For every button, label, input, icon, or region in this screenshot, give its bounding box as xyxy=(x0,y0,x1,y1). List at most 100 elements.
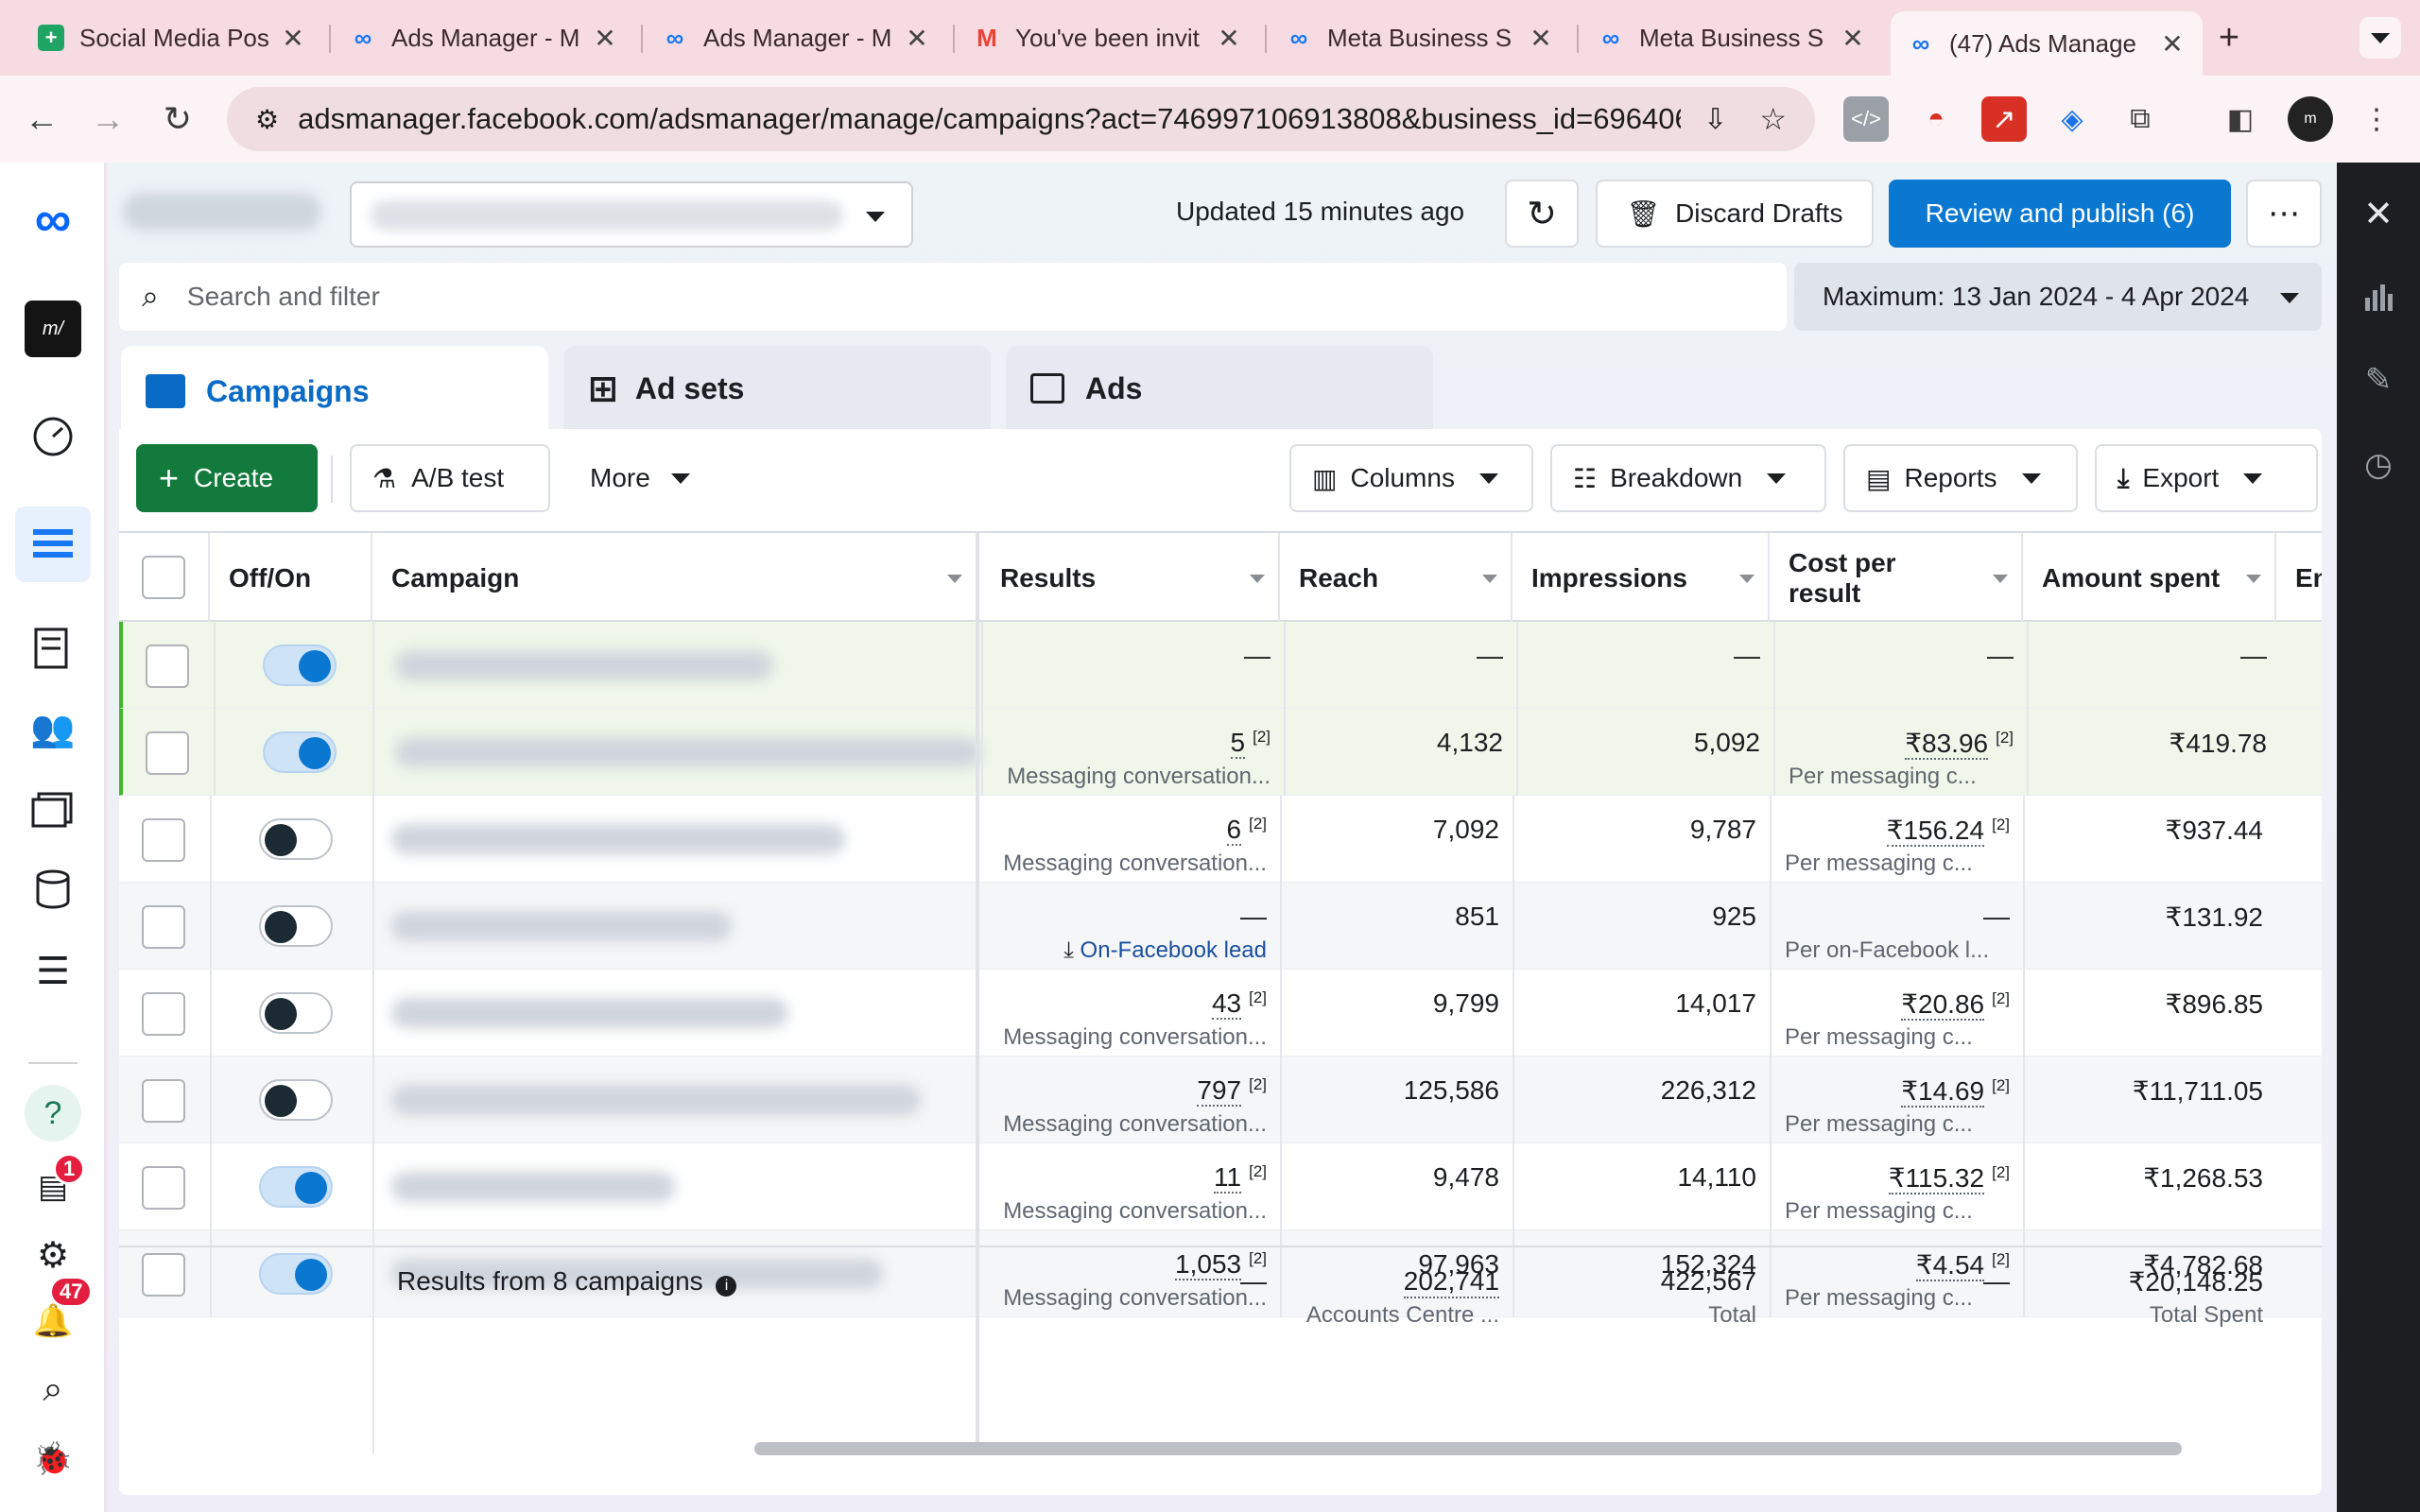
billing-coins-icon[interactable] xyxy=(25,862,81,919)
campaign-name-cell[interactable] xyxy=(376,622,981,709)
select-all-checkbox[interactable] xyxy=(142,556,185,599)
column-campaign[interactable]: Campaign xyxy=(372,533,977,624)
row-checkbox[interactable] xyxy=(146,644,189,688)
account-selector[interactable] xyxy=(123,180,913,248)
tab-campaigns[interactable]: Campaigns xyxy=(121,346,548,437)
cell-value[interactable]: 43 [2] xyxy=(1211,988,1267,1021)
footnote-marker[interactable]: [2] xyxy=(1249,988,1267,1006)
footnote-marker[interactable]: [2] xyxy=(1249,1162,1267,1180)
column-off-on[interactable]: Off/On xyxy=(210,533,372,624)
browser-tab[interactable]: M You've been invit ✕ xyxy=(957,11,1259,64)
campaign-toggle[interactable] xyxy=(259,818,333,860)
row-checkbox[interactable] xyxy=(142,992,185,1036)
new-tab-icon[interactable]: + xyxy=(2208,17,2250,59)
footnote-marker[interactable]: [2] xyxy=(1249,815,1267,833)
browser-tab[interactable]: ∞ Ads Manager - M ✕ xyxy=(645,11,947,64)
table-row[interactable]: — — — — — xyxy=(119,622,2322,709)
date-range-picker[interactable]: Maximum: 13 Jan 2024 - 4 Apr 2024 xyxy=(1794,263,2322,331)
footnote-marker[interactable]: [2] xyxy=(1992,1163,2010,1181)
bug-report-icon[interactable]: 🐞 xyxy=(25,1431,81,1487)
ab-test-button[interactable]: ⚗ A/B test xyxy=(350,444,550,512)
cell-value[interactable]: 797 [2] xyxy=(1197,1075,1267,1108)
table-row[interactable]: 43 [2] Messaging conversation... 9,799 14,01… xyxy=(119,970,2322,1057)
notifications-bell-icon[interactable]: 🔔 47 xyxy=(25,1276,94,1349)
info-icon[interactable]: i xyxy=(716,1276,737,1297)
export-button[interactable]: ⤓ Export xyxy=(2095,444,2318,512)
close-icon[interactable]: ✕ xyxy=(1840,23,1866,54)
campaign-toggle[interactable] xyxy=(263,731,337,773)
forward-icon[interactable]: → xyxy=(83,94,132,144)
cell-value[interactable]: ₹156.24 [2] xyxy=(1886,815,2010,847)
column-impressions[interactable]: Impressions xyxy=(1512,533,1770,624)
more-button[interactable]: More xyxy=(567,444,715,512)
campaign-name-cell[interactable] xyxy=(372,883,977,970)
back-icon[interactable]: ← xyxy=(17,94,66,144)
meta-logo-icon[interactable]: ∞ xyxy=(25,191,81,248)
column-amount-spent[interactable]: Amount spent xyxy=(2023,533,2276,624)
extensions-puzzle-icon[interactable]: ⧉ xyxy=(2118,96,2163,142)
refresh-button[interactable]: ↻ xyxy=(1505,180,1579,248)
campaign-name-cell[interactable] xyxy=(372,1057,977,1143)
extension-code-icon[interactable]: </> xyxy=(1843,96,1889,142)
search-icon[interactable]: ⌕ xyxy=(25,1361,81,1418)
row-checkbox[interactable] xyxy=(142,1166,185,1210)
columns-button[interactable]: ▥ Columns xyxy=(1289,444,1533,512)
tab-ad-sets[interactable]: ⊞ Ad sets xyxy=(563,346,991,431)
settings-gear-icon[interactable]: ⚙ xyxy=(25,1227,81,1283)
column-ends[interactable]: En xyxy=(2276,533,2322,624)
close-icon[interactable]: ✕ xyxy=(280,23,306,54)
browser-tab-active[interactable]: ∞ (47) Ads Manage ✕ xyxy=(1891,11,2203,76)
cell-value[interactable]: 11 [2] xyxy=(1214,1162,1267,1194)
close-icon[interactable]: ✕ xyxy=(2159,28,2186,60)
row-checkbox[interactable] xyxy=(142,818,185,862)
reports-document-icon[interactable] xyxy=(25,620,81,677)
row-checkbox[interactable] xyxy=(142,1079,185,1123)
browser-tab[interactable]: ∞ Meta Business S ✕ xyxy=(1581,11,1883,64)
bookmark-star-icon[interactable]: ☆ xyxy=(1759,101,1787,137)
all-tools-menu-icon[interactable]: ☰ xyxy=(25,943,81,1000)
row-checkbox[interactable] xyxy=(142,905,185,949)
catalogue-icon[interactable] xyxy=(25,781,81,837)
browser-menu-icon[interactable]: ⋮ xyxy=(2354,96,2399,142)
cell-value[interactable]: 6 [2] xyxy=(1226,815,1267,847)
side-panel-icon[interactable]: ◧ xyxy=(2218,96,2263,142)
dashboard-gauge-icon[interactable] xyxy=(25,408,81,465)
footnote-marker[interactable]: [2] xyxy=(1992,816,2010,833)
horizontal-scrollbar[interactable] xyxy=(754,1442,2182,1455)
extension-tag-icon[interactable]: ◈ xyxy=(2049,96,2095,142)
search-and-filter-input[interactable]: ⌕ Search and filter xyxy=(119,263,1787,331)
footnote-marker[interactable]: [2] xyxy=(1996,729,2014,747)
cell-value[interactable]: 5 [2] xyxy=(1230,728,1270,760)
more-options-button[interactable]: ⋯ xyxy=(2246,180,2322,248)
campaign-toggle[interactable] xyxy=(259,1079,333,1121)
table-row[interactable]: — ⤓ On-Facebook lead 851 925 — Per on-Faceboo… xyxy=(119,883,2322,970)
column-results[interactable]: Results xyxy=(977,533,1280,624)
browser-tab[interactable]: ∞ Ads Manager - M ✕ xyxy=(333,11,635,64)
reports-button[interactable]: ▤ Reports xyxy=(1843,444,2078,512)
ad-account-dropdown[interactable] xyxy=(350,181,913,248)
cell-value[interactable]: ₹83.96 [2] xyxy=(1905,728,2014,760)
close-icon[interactable]: ✕ xyxy=(592,23,618,54)
help-icon[interactable]: ? xyxy=(25,1085,81,1142)
footnote-marker[interactable]: [2] xyxy=(1253,728,1270,746)
reload-icon[interactable]: ↻ xyxy=(153,94,202,144)
tab-search-icon[interactable] xyxy=(2360,17,2401,59)
campaigns-table-icon[interactable] xyxy=(15,507,91,582)
campaign-toggle[interactable] xyxy=(259,905,333,947)
install-icon[interactable]: ⇩ xyxy=(1703,103,1727,136)
campaign-toggle[interactable] xyxy=(259,1166,333,1208)
table-row[interactable]: 11 [2] Messaging conversation... 9,478 14,11… xyxy=(119,1143,2322,1230)
footnote-marker[interactable]: [2] xyxy=(1992,1076,2010,1094)
footnote-marker[interactable]: [2] xyxy=(1249,1075,1267,1093)
cell-value[interactable]: ₹20.86 [2] xyxy=(1901,988,2010,1021)
close-icon[interactable]: ✕ xyxy=(1528,23,1554,54)
campaign-toggle[interactable] xyxy=(259,992,333,1034)
cell-value[interactable]: ₹14.69 [2] xyxy=(1901,1075,2010,1108)
campaign-name-cell[interactable] xyxy=(372,796,977,883)
edit-pencil-icon[interactable]: ✎ xyxy=(2356,357,2401,403)
audiences-icon[interactable]: 👥 xyxy=(25,701,81,758)
extension-pokeball-icon[interactable]: ◓ xyxy=(1913,96,1959,142)
close-icon[interactable]: ✕ xyxy=(904,23,930,54)
breakdown-button[interactable]: ☷ Breakdown xyxy=(1550,444,1826,512)
url-bar[interactable]: ⚙ adsmanager.facebook.com/adsmanager/man… xyxy=(227,87,1815,151)
